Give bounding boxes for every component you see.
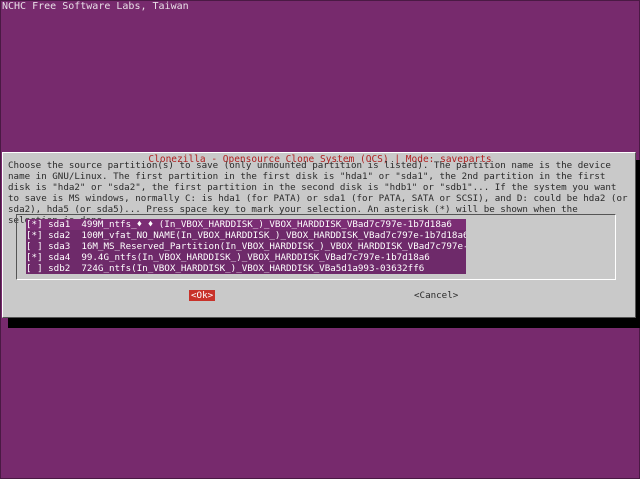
partition-label: sda2 100M_vfat_NO_NAME(In_VBOX_HARDDISK_… xyxy=(42,230,466,241)
partition-label: sdb2 724G_ntfs(In_VBOX_HARDDISK_)_VBOX_H… xyxy=(42,263,425,274)
dialog-shadow xyxy=(8,318,640,328)
partition-label: sda1 499M_ntfs_♦ ♦ (In_VBOX_HARDDISK_)_V… xyxy=(42,219,452,230)
partition-label: sda3 16M_MS_Reserved_Partition(In_VBOX_H… xyxy=(42,241,466,252)
checkbox[interactable]: [*] xyxy=(26,230,43,241)
backtitle: NCHC Free Software Labs, Taiwan xyxy=(2,1,189,12)
partition-item-sda4[interactable]: [*] sda4 99.4G_ntfs(In_VBOX_HARDDISK_)_V… xyxy=(26,252,466,263)
checkbox[interactable]: [ ] xyxy=(26,241,43,252)
partition-item-sda1[interactable]: [*] sda1 499M_ntfs_♦ ♦ (In_VBOX_HARDDISK… xyxy=(26,219,466,230)
checkbox[interactable]: [*] xyxy=(26,219,43,230)
ok-button[interactable]: <Ok> xyxy=(189,290,216,301)
partition-item-sda3[interactable]: [ ] sda3 16M_MS_Reserved_Partition(In_VB… xyxy=(26,241,466,252)
partition-list[interactable]: [*] sda1 499M_ntfs_♦ ♦ (In_VBOX_HARDDISK… xyxy=(26,219,466,274)
partition-item-sdb2[interactable]: [ ] sdb2 724G_ntfs(In_VBOX_HARDDISK_)_VB… xyxy=(26,263,466,274)
checkbox[interactable]: [ ] xyxy=(26,263,43,274)
checkbox[interactable]: [*] xyxy=(26,252,43,263)
cancel-button[interactable]: <Cancel> xyxy=(412,290,460,301)
partition-item-sda2[interactable]: [*] sda2 100M_vfat_NO_NAME(In_VBOX_HARDD… xyxy=(26,230,466,241)
partition-label: sda4 99.4G_ntfs(In_VBOX_HARDDISK_)_VBOX_… xyxy=(42,252,430,263)
